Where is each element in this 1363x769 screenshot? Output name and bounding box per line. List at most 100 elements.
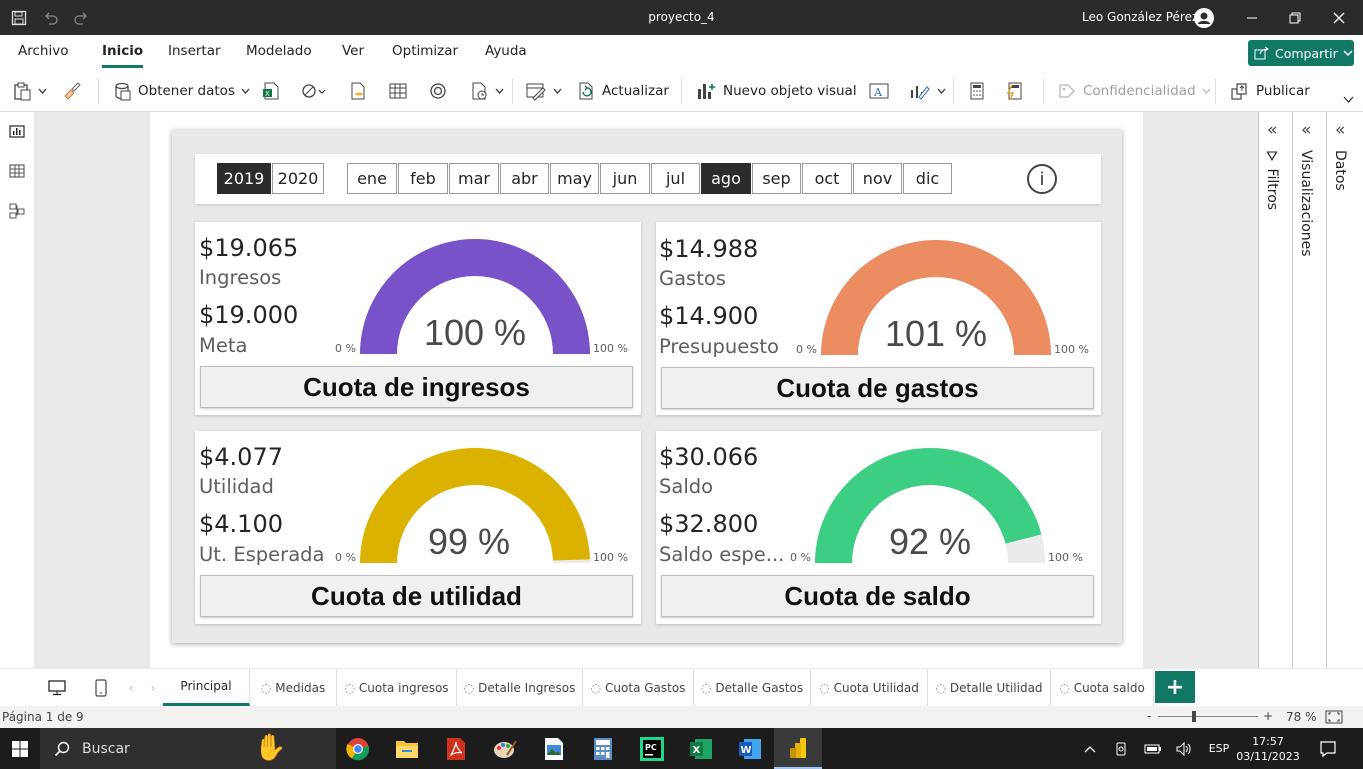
tab-detalle-gastos[interactable]: ◌ Detalle Gastos [694, 669, 811, 706]
month-slicer-may[interactable]: may [550, 163, 599, 194]
recent-sources-button[interactable] [469, 70, 504, 112]
paste-button[interactable] [12, 70, 47, 112]
pycharm-icon[interactable]: PC [634, 728, 670, 769]
scroll-left-icon[interactable]: ‹ [124, 669, 138, 706]
get-data-button[interactable]: Obtener datos [112, 70, 250, 112]
restore-icon[interactable] [1283, 0, 1307, 35]
zoom-slider-thumb[interactable] [1192, 711, 1196, 722]
gauge-percent: 100 % [423, 312, 527, 353]
refresh-button[interactable]: Actualizar [576, 70, 669, 112]
zoom-out-button[interactable]: - [1147, 709, 1151, 723]
transform-data-button[interactable] [525, 70, 562, 112]
scroll-right-icon[interactable]: › [146, 669, 160, 706]
new-visual-button[interactable]: Nuevo objeto visual [695, 70, 857, 112]
status-bar: Página 1 de 9 - + 78 % [0, 706, 1363, 728]
menu-archivo[interactable]: Archivo [18, 35, 68, 70]
year-slicer-2020[interactable]: 2020 [272, 163, 324, 194]
month-slicer-ene[interactable]: ene [347, 163, 397, 194]
avatar[interactable] [1192, 0, 1216, 35]
report-view-icon[interactable] [6, 120, 28, 142]
chrome-icon[interactable] [340, 728, 376, 769]
excel-app-icon[interactable]: X [683, 728, 719, 769]
quick-measure-button[interactable] [1004, 70, 1026, 112]
format-painter-button[interactable] [62, 70, 82, 112]
excel-workbook-button[interactable]: X [261, 70, 281, 112]
share-button[interactable]: Compartir [1248, 40, 1354, 66]
dataverse-link-button[interactable] [428, 70, 448, 112]
menu-ver[interactable]: Ver [342, 35, 364, 70]
menu-optimizar[interactable]: Optimizar [392, 35, 458, 70]
save-icon[interactable] [8, 0, 30, 35]
windows-start-icon[interactable] [0, 728, 40, 769]
new-measure-button[interactable] [967, 70, 987, 112]
taskbar-search-box[interactable]: Buscar ✋ [40, 728, 336, 769]
sensitivity-button[interactable]: Confidencialidad [1057, 70, 1211, 112]
month-slicer-sep[interactable]: sep [752, 163, 801, 194]
month-slicer-ago[interactable]: ago [701, 163, 751, 194]
tab-medidas[interactable]: ◌ Medidas [250, 669, 337, 706]
fit-to-page-icon[interactable] [1325, 710, 1343, 724]
paint-icon[interactable] [487, 728, 523, 769]
visualizations-pane[interactable]: « Visualizaciones [1292, 112, 1326, 668]
word-app-icon[interactable]: W [732, 728, 768, 769]
sql-server-button[interactable] [348, 70, 368, 112]
month-slicer-dic[interactable]: dic [903, 163, 952, 194]
meet-now-icon[interactable] [1112, 728, 1132, 769]
menu-modelado[interactable]: Modelado [246, 35, 312, 70]
year-slicer-2019[interactable]: 2019 [217, 163, 271, 194]
tab-detalle-ingresos[interactable]: ◌ Detalle Ingresos [457, 669, 583, 706]
calculator-app-icon[interactable] [585, 728, 621, 769]
acrobat-icon[interactable] [438, 728, 474, 769]
month-slicer-mar[interactable]: mar [449, 163, 499, 194]
zoom-slider[interactable] [1158, 716, 1258, 717]
info-glyph: i [1039, 168, 1045, 190]
tab-cuota-utilidad[interactable]: ◌ Cuota Utilidad [811, 669, 928, 706]
menu-inicio[interactable]: Inicio [102, 35, 144, 70]
desktop-layout-button[interactable] [35, 669, 79, 706]
mobile-layout-button[interactable] [88, 669, 114, 706]
tab-cuota-saldo[interactable]: ◌ Cuota saldo [1051, 669, 1154, 706]
redo-icon[interactable] [70, 0, 92, 35]
month-slicer-nov[interactable]: nov [853, 163, 902, 194]
system-clock[interactable]: 17:57 03/11/2023 [1236, 728, 1299, 769]
more-visuals-button[interactable] [909, 70, 946, 112]
show-hidden-icons-icon[interactable] [1079, 728, 1101, 769]
notifications-icon[interactable] [1315, 728, 1341, 769]
menu-insertar[interactable]: Insertar [168, 35, 221, 70]
tab-cuota-gastos[interactable]: ◌ Cuota Gastos [583, 669, 694, 706]
close-icon[interactable] [1327, 0, 1351, 35]
text-box-button[interactable]: A [868, 70, 890, 112]
battery-icon[interactable] [1143, 728, 1163, 769]
expand-chevron-icon[interactable]: « [1301, 120, 1311, 140]
month-slicer-jun[interactable]: jun [600, 163, 650, 194]
month-slicer-jul[interactable]: jul [651, 163, 700, 194]
dataverse-button[interactable] [300, 70, 326, 112]
filters-pane[interactable]: « ⛛ Filtros [1258, 112, 1292, 668]
get-data-label: Obtener datos [138, 83, 235, 99]
file-explorer-icon[interactable] [389, 728, 425, 769]
month-slicer-feb[interactable]: feb [398, 163, 448, 194]
input-language[interactable]: ESP [1205, 728, 1233, 769]
user-name[interactable]: Leo González Pérez [1082, 0, 1198, 35]
tab-principal[interactable]: Principal [163, 669, 250, 706]
month-slicer-abr[interactable]: abr [500, 163, 549, 194]
menu-ayuda[interactable]: Ayuda [485, 35, 527, 70]
month-slicer-oct[interactable]: oct [802, 163, 852, 194]
data-pane[interactable]: « Datos [1326, 112, 1363, 668]
photo-viewer-icon[interactable] [536, 728, 572, 769]
powerbi-app-icon[interactable] [774, 728, 822, 769]
enter-data-button[interactable] [388, 70, 408, 112]
expand-chevron-icon[interactable]: « [1335, 120, 1345, 140]
add-page-button[interactable]: + [1155, 671, 1195, 703]
model-view-icon[interactable] [6, 200, 28, 222]
tab-cuota-ingresos[interactable]: ◌ Cuota ingresos [337, 669, 457, 706]
minimize-icon[interactable] [1240, 0, 1264, 35]
info-icon[interactable]: i [1027, 164, 1057, 194]
tab-detalle-utilidad[interactable]: ◌ Detalle Utilidad [928, 669, 1051, 706]
zoom-in-button[interactable]: + [1263, 709, 1273, 723]
undo-icon[interactable] [40, 0, 62, 35]
volume-icon[interactable] [1174, 728, 1194, 769]
table-view-icon[interactable] [6, 160, 28, 182]
expand-chevron-icon[interactable]: « [1267, 120, 1277, 140]
publish-button[interactable]: Publicar [1230, 70, 1310, 112]
